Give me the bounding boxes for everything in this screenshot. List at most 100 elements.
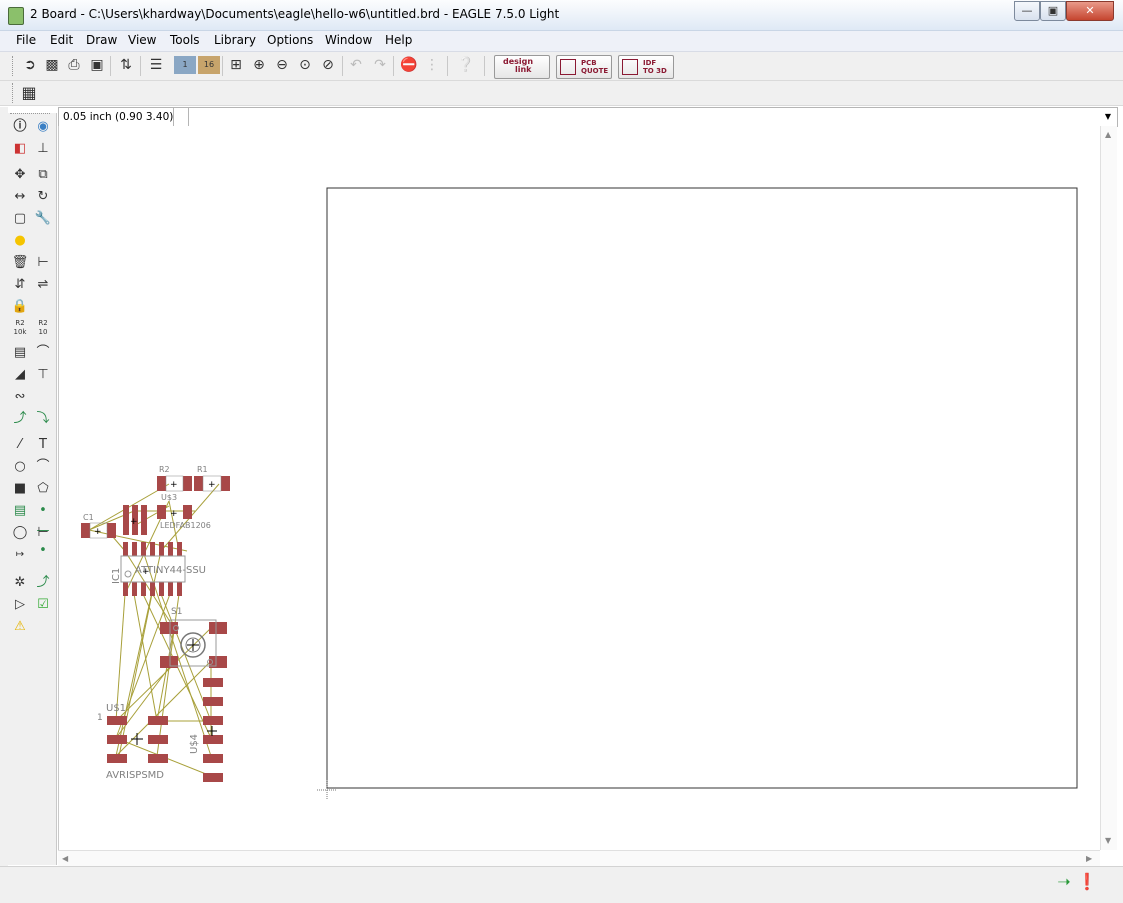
capacitor-pads[interactable]: + bbox=[123, 505, 147, 535]
dimension-icon[interactable]: ↦ bbox=[10, 545, 30, 565]
menu-options[interactable]: Options bbox=[267, 33, 313, 47]
hole-icon[interactable]: ◯ bbox=[10, 523, 30, 543]
split-icon[interactable]: ◢ bbox=[10, 365, 30, 385]
menu-file[interactable]: File bbox=[16, 33, 36, 47]
polygon-icon[interactable]: ⬠ bbox=[33, 479, 53, 499]
menu-window[interactable]: Window bbox=[325, 33, 372, 47]
redo-icon[interactable]: ↷ bbox=[370, 55, 390, 75]
info-icon[interactable]: ⓘ bbox=[10, 117, 30, 137]
go-icon[interactable]: ⋮ bbox=[422, 55, 442, 75]
layer-select-16-icon[interactable]: 16 bbox=[198, 56, 220, 74]
board-drawing[interactable]: R2 + R1 + U$3 + LEDFAB1206 C1 + + + ATTI… bbox=[59, 126, 1101, 850]
attribute-icon[interactable]: ⊢ bbox=[33, 523, 53, 543]
mirror-icon[interactable]: ↔ bbox=[10, 187, 30, 207]
menu-edit[interactable]: Edit bbox=[50, 33, 73, 47]
circle-icon[interactable]: ○ bbox=[10, 457, 30, 477]
open-file-icon[interactable]: ➲ bbox=[20, 55, 40, 75]
board-canvas[interactable]: R2 + R1 + U$3 + LEDFAB1206 C1 + + + ATTI… bbox=[58, 126, 1117, 866]
lightning-icon[interactable]: ➝ bbox=[1054, 872, 1074, 892]
replace-icon[interactable]: ⇵ bbox=[10, 275, 30, 295]
delete-trash-icon[interactable]: 🗑 bbox=[10, 253, 30, 273]
name-icon[interactable]: R2 10k bbox=[10, 319, 30, 339]
design-link-button[interactable]: design link bbox=[494, 55, 550, 79]
miter-icon[interactable]: ⌒ bbox=[33, 343, 53, 363]
undo-icon[interactable]: ↶ bbox=[346, 55, 366, 75]
paste-icon[interactable]: ● bbox=[10, 231, 30, 251]
arc-icon[interactable]: ⌒ bbox=[33, 457, 53, 477]
redraw-icon[interactable]: ⊙ bbox=[295, 55, 315, 75]
rotate-icon[interactable]: ↻ bbox=[33, 187, 53, 207]
autorouter-icon[interactable]: ⤴ bbox=[33, 573, 53, 593]
header-u4[interactable]: U$4 bbox=[189, 678, 223, 782]
board-outline[interactable] bbox=[326, 187, 1078, 789]
command-history-button[interactable] bbox=[176, 108, 189, 126]
idf-to-3d-button[interactable]: IDF TO 3D bbox=[618, 55, 674, 79]
resistor-r1[interactable]: R1 + bbox=[194, 465, 230, 492]
menu-library[interactable]: Library bbox=[214, 33, 256, 47]
scroll-right-icon[interactable]: ▶ bbox=[1086, 854, 1092, 863]
rect-icon[interactable]: ■ bbox=[10, 479, 30, 499]
layer-settings-icon[interactable]: ☰ bbox=[146, 55, 166, 75]
grid-icon[interactable]: ▦ bbox=[19, 83, 39, 103]
led-u3[interactable]: U$3 + LEDFAB1206 bbox=[157, 493, 211, 530]
group-icon[interactable]: ▢ bbox=[10, 209, 30, 229]
pcb-quote-button[interactable]: PCB QUOTE bbox=[556, 55, 612, 79]
help-icon[interactable]: ❔ bbox=[456, 55, 476, 75]
mark-icon[interactable]: ⊥ bbox=[33, 139, 53, 159]
ripup-icon[interactable]: ⤵ bbox=[33, 409, 53, 429]
change-wrench-icon[interactable]: 🔧 bbox=[33, 209, 53, 229]
erc-icon[interactable]: ▷ bbox=[10, 595, 30, 615]
eagle-app-icon[interactable] bbox=[8, 7, 24, 25]
menu-view[interactable]: View bbox=[128, 33, 156, 47]
ic-attiny44[interactable]: + ATTINY44-SSU IC1 bbox=[111, 542, 206, 596]
stop-command-icon[interactable]: ❗ bbox=[1077, 872, 1097, 892]
script-icon[interactable]: ⇅ bbox=[116, 55, 136, 75]
close-button[interactable]: ✕ bbox=[1066, 1, 1114, 21]
text-icon[interactable]: T bbox=[33, 435, 53, 455]
pinswap-icon[interactable]: ⇌ bbox=[33, 275, 53, 295]
pcb-quote-icon bbox=[560, 59, 576, 75]
signal-icon[interactable]: •—• bbox=[33, 501, 53, 558]
save-icon[interactable]: ▩ bbox=[42, 55, 62, 75]
print-icon[interactable]: ⎙ bbox=[64, 55, 84, 75]
horizontal-scrollbar[interactable]: ◀ ▶ bbox=[58, 850, 1100, 867]
add-part-icon[interactable]: ⊢ bbox=[33, 253, 53, 273]
vertical-scrollbar[interactable]: ▲ ▼ bbox=[1100, 126, 1117, 850]
optimize-icon[interactable]: ⊤ bbox=[33, 365, 53, 385]
move-icon[interactable]: ✥ bbox=[10, 165, 30, 185]
scroll-left-icon[interactable]: ◀ bbox=[62, 854, 68, 863]
route-icon[interactable]: ⤴ bbox=[10, 409, 30, 429]
copy-icon[interactable]: ⧉ bbox=[33, 165, 53, 185]
minimize-button[interactable]: — bbox=[1014, 1, 1040, 21]
via-icon[interactable]: ▤ bbox=[10, 501, 30, 521]
wire-icon[interactable]: ⁄ bbox=[10, 435, 30, 455]
menu-help[interactable]: Help bbox=[385, 33, 412, 47]
cam-processor-icon[interactable]: ▣ bbox=[87, 55, 107, 75]
command-input[interactable] bbox=[191, 109, 1096, 125]
resistor-r2[interactable]: R2 + bbox=[157, 465, 192, 492]
chevron-down-icon[interactable]: ▼ bbox=[1101, 108, 1115, 126]
show-eye-icon[interactable]: ◉ bbox=[33, 117, 53, 137]
smash-icon[interactable]: ▤ bbox=[10, 343, 30, 363]
toolbar-grip[interactable] bbox=[12, 56, 16, 76]
toolbar-grip[interactable] bbox=[12, 83, 16, 103]
drc-icon[interactable]: ☑ bbox=[33, 595, 53, 615]
display-layers-icon[interactable]: ◧ bbox=[10, 139, 30, 159]
zoom-to-fit-icon[interactable]: ⊞ bbox=[226, 55, 246, 75]
ratsnest-icon[interactable]: ✲ bbox=[10, 573, 30, 593]
scroll-down-icon[interactable]: ▼ bbox=[1105, 836, 1111, 845]
zoom-in-icon[interactable]: ⊕ bbox=[249, 55, 269, 75]
scroll-up-icon[interactable]: ▲ bbox=[1105, 130, 1111, 139]
menu-tools[interactable]: Tools bbox=[170, 33, 200, 47]
stop-icon[interactable]: ⛔ bbox=[399, 55, 419, 75]
menu-draw[interactable]: Draw bbox=[86, 33, 117, 47]
zoom-out-icon[interactable]: ⊖ bbox=[272, 55, 292, 75]
errors-warning-icon[interactable]: ⚠ bbox=[10, 617, 30, 637]
maximize-button[interactable]: ▣ bbox=[1040, 1, 1066, 21]
lock-icon[interactable]: 🔒 bbox=[10, 297, 30, 317]
switch-s1[interactable]: S1 bbox=[160, 607, 227, 668]
layer-select-1-icon[interactable]: 1 bbox=[174, 56, 196, 74]
zoom-select-icon[interactable]: ⊘ bbox=[318, 55, 338, 75]
meander-icon[interactable]: ∾ bbox=[10, 387, 30, 407]
value-icon[interactable]: R2 10 bbox=[33, 319, 53, 339]
